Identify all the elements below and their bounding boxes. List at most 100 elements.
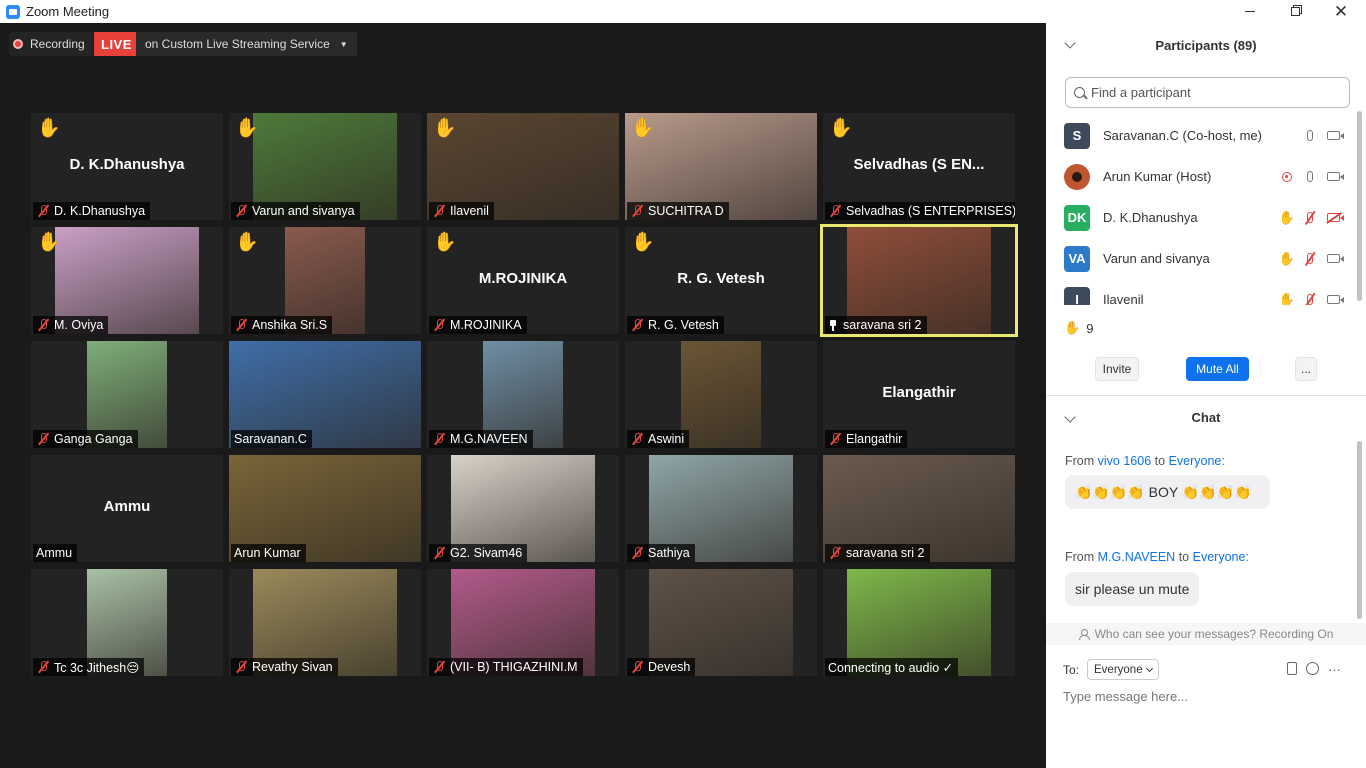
message-recipient[interactable]: Everyone: xyxy=(1193,550,1249,564)
raised-hand-icon: ✋ xyxy=(235,232,259,253)
video-tile[interactable]: M.G.NAVEEN xyxy=(427,341,619,448)
restore-icon xyxy=(1290,7,1300,16)
live-service-dropdown[interactable]: on Custom Live Streaming Service ▼ xyxy=(136,32,357,56)
from-label: From xyxy=(1065,550,1095,564)
participant-name: M.ROJINIKA xyxy=(450,318,522,332)
mic-muted-icon[interactable] xyxy=(1302,292,1318,305)
video-tile[interactable]: ✋ Anshika Sri.S xyxy=(229,227,421,334)
recording-indicator[interactable]: Recording xyxy=(9,32,93,56)
camera-off-icon[interactable] xyxy=(1325,210,1344,226)
mute-all-button[interactable]: Mute All xyxy=(1186,357,1249,381)
raised-hand-icon: ✋ xyxy=(1064,320,1081,335)
camera-icon[interactable] xyxy=(1325,251,1344,267)
participant-row[interactable]: VA Varun and sivanya ✋ xyxy=(1046,238,1366,279)
more-options-button[interactable]: ... xyxy=(1295,357,1317,381)
participant-name-label: M.ROJINIKA xyxy=(429,316,527,334)
mic-muted-icon xyxy=(630,204,644,218)
video-tile[interactable]: Devesh xyxy=(625,569,817,676)
chat-scrollbar[interactable] xyxy=(1357,441,1362,619)
participant-name: Ammu xyxy=(36,546,73,560)
video-tile[interactable]: D. K.Dhanushya ✋ D. K.Dhanushya xyxy=(31,113,223,220)
video-tile[interactable]: Ammu Ammu xyxy=(31,455,223,562)
participants-scrollbar[interactable] xyxy=(1357,111,1362,301)
privacy-note-text: Who can see your messages? Recording On xyxy=(1094,627,1334,641)
close-button[interactable]: ✕ xyxy=(1318,0,1364,23)
video-tile[interactable]: Revathy Sivan xyxy=(229,569,421,676)
participant-name: Selvadhas (S ENTERPRISES) xyxy=(846,204,1015,218)
video-tile[interactable]: Aswini xyxy=(625,341,817,448)
emoji-icon[interactable] xyxy=(1306,662,1319,675)
participant-name-label: M.G.NAVEEN xyxy=(429,430,533,448)
participant-name: D. K.Dhanushya xyxy=(54,204,146,218)
video-tile[interactable]: saravana sri 2 xyxy=(823,455,1015,562)
minimize-button[interactable] xyxy=(1227,0,1273,23)
participant-name-label: Aswini xyxy=(627,430,690,448)
participant-row[interactable]: Arun Kumar (Host) xyxy=(1046,156,1366,197)
video-tile[interactable]: Sathiya xyxy=(625,455,817,562)
message-recipient[interactable]: Everyone: xyxy=(1169,454,1225,468)
chat-message-input[interactable]: Type message here... xyxy=(1063,689,1188,704)
video-tile[interactable]: ✋ Ilavenil xyxy=(427,113,619,220)
mic-muted-icon xyxy=(234,204,248,218)
mic-muted-icon xyxy=(828,546,842,560)
raised-hand-icon: ✋ xyxy=(829,118,853,139)
participant-video xyxy=(681,341,761,448)
raised-hand-icon: ✋ xyxy=(37,118,61,139)
message-sender[interactable]: M.G.NAVEEN xyxy=(1098,550,1176,564)
video-tile[interactable]: G2. Sivam46 xyxy=(427,455,619,562)
mic-icon[interactable] xyxy=(1302,128,1318,144)
raised-hand-icon: ✋ xyxy=(433,118,457,139)
video-tile[interactable]: M.ROJINIKA ✋ M.ROJINIKA xyxy=(427,227,619,334)
video-tile[interactable]: Ganga Ganga xyxy=(31,341,223,448)
mic-muted-icon[interactable] xyxy=(1302,210,1318,226)
video-tile[interactable]: Saravanan.C xyxy=(229,341,421,448)
invite-button[interactable]: Invite xyxy=(1095,357,1139,381)
mic-icon[interactable] xyxy=(1302,169,1318,185)
mic-muted-icon xyxy=(630,660,644,674)
participant-row[interactable]: S Saravanan.C (Co-host, me) xyxy=(1046,115,1366,156)
video-tile[interactable]: ✋ Varun and sivanya xyxy=(229,113,421,220)
mic-muted-icon xyxy=(234,660,248,674)
camera-icon[interactable] xyxy=(1325,128,1344,144)
collapse-chevron-icon[interactable] xyxy=(1064,411,1076,423)
video-tile[interactable]: ✋ M. Oviya xyxy=(31,227,223,334)
avatar: S xyxy=(1064,122,1090,149)
live-badge: LIVE xyxy=(94,32,139,56)
recipient-dropdown[interactable]: Everyone xyxy=(1087,659,1159,680)
chat-privacy-note[interactable]: Who can see your messages? Recording On xyxy=(1046,623,1366,645)
raised-hand-icon: ✋ xyxy=(1278,291,1296,306)
participant-name: R. G. Vetesh xyxy=(648,318,719,332)
more-icon[interactable]: ··· xyxy=(1328,662,1341,677)
participant-name: M. Oviya xyxy=(54,318,104,332)
video-tile[interactable]: R. G. Vetesh ✋ R. G. Vetesh xyxy=(625,227,817,334)
chat-message-header: From vivo 1606 to Everyone: xyxy=(1065,454,1225,468)
message-sender[interactable]: vivo 1606 xyxy=(1098,454,1152,468)
raised-hand-icon: ✋ xyxy=(433,232,457,253)
video-tile[interactable]: Selvadhas (S EN... ✋ Selvadhas (S ENTERPRI… xyxy=(823,113,1015,220)
video-tile[interactable]: (VII- B) THIGAZHINI.M xyxy=(427,569,619,676)
mic-muted-icon[interactable] xyxy=(1302,251,1318,267)
video-tile[interactable]: Tc 3c Jithesh😔 xyxy=(31,569,223,676)
file-icon[interactable] xyxy=(1287,662,1297,675)
video-tile[interactable]: Arun Kumar xyxy=(229,455,421,562)
to-label: to xyxy=(1178,550,1190,564)
participant-row[interactable]: I Ilavenil ✋ xyxy=(1046,279,1366,305)
participant-name-label: Arun Kumar xyxy=(231,544,306,562)
video-tile[interactable]: ✋ SUCHITRA D xyxy=(625,113,817,220)
participant-display-name: R. G. Vetesh xyxy=(677,270,765,287)
video-tile[interactable]: Connecting to audio ✓ xyxy=(823,569,1015,676)
side-panel: Participants (89) Find a participant S S… xyxy=(1046,23,1366,768)
camera-icon[interactable] xyxy=(1325,169,1344,185)
participant-name: Tc 3c Jithesh😔 xyxy=(54,660,140,675)
restore-button[interactable] xyxy=(1272,0,1318,23)
video-tile[interactable]: saravana sri 2 xyxy=(820,224,1018,337)
mic-muted-icon xyxy=(828,204,842,218)
window-title: Zoom Meeting xyxy=(26,4,110,19)
collapse-chevron-icon[interactable] xyxy=(1064,37,1076,49)
participant-row[interactable]: DK D. K.Dhanushya ✋ xyxy=(1046,197,1366,238)
video-tile[interactable]: Elangathir Elangathir xyxy=(823,341,1015,448)
participant-name: Ganga Ganga xyxy=(54,432,133,446)
camera-icon[interactable] xyxy=(1325,292,1344,306)
participant-name: Connecting to audio ✓ xyxy=(828,660,954,675)
participant-search-input[interactable]: Find a participant xyxy=(1065,77,1350,108)
